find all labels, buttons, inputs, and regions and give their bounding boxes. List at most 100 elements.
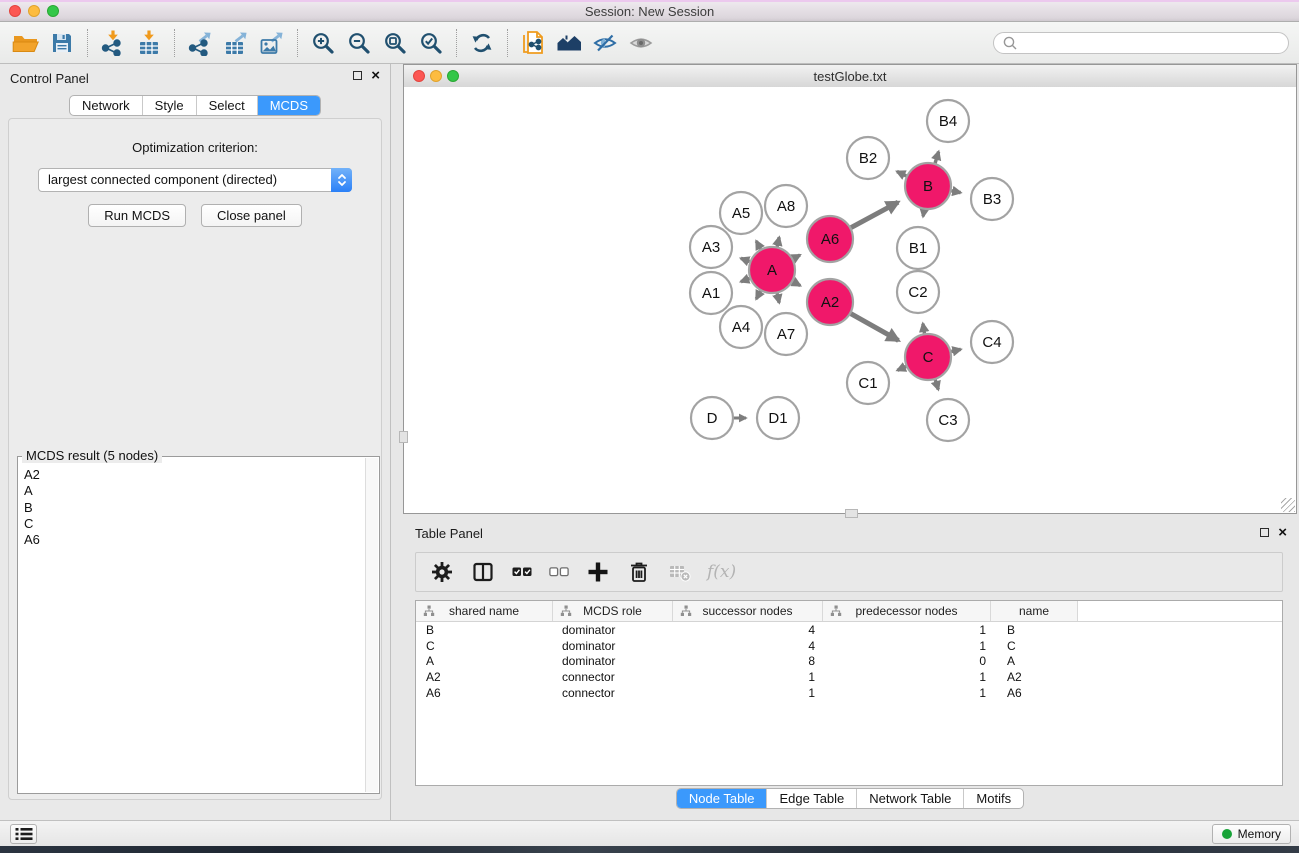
tab-network-table[interactable]: Network Table	[856, 789, 963, 808]
zoom-fit-button[interactable]	[377, 26, 413, 60]
import-network-button[interactable]	[95, 26, 131, 60]
node-B4[interactable]: B4	[927, 100, 969, 142]
mcds-result-item[interactable]: A	[24, 483, 365, 499]
criterion-dropdown[interactable]: largest connected component (directed)	[38, 168, 352, 192]
tab-mcds[interactable]: MCDS	[257, 96, 320, 115]
mcds-result-item[interactable]: C	[24, 516, 365, 532]
export-image-button[interactable]	[254, 26, 290, 60]
node-A3[interactable]: A3	[690, 226, 732, 268]
tab-motifs[interactable]: Motifs	[963, 789, 1023, 808]
column-header-predecessor-nodes[interactable]: predecessor nodes	[823, 601, 991, 621]
node-B1[interactable]: B1	[897, 227, 939, 269]
mcds-result-item[interactable]: A6	[24, 532, 365, 548]
table-row[interactable]: Adominator80A	[416, 653, 1282, 669]
import-table-button[interactable]	[131, 26, 167, 60]
node-A1[interactable]: A1	[690, 272, 732, 314]
edge-A-A6[interactable]	[793, 255, 800, 259]
node-A5[interactable]: A5	[720, 192, 762, 234]
float-panel-icon[interactable]	[353, 71, 362, 80]
run-mcds-button[interactable]: Run MCDS	[88, 204, 186, 227]
hide-graphics-details-button[interactable]	[587, 26, 623, 60]
zoom-out-button[interactable]	[341, 26, 377, 60]
node-A[interactable]: A	[749, 247, 795, 293]
node-D[interactable]: D	[691, 397, 733, 439]
table-row[interactable]: A2connector11A2	[416, 669, 1282, 685]
task-history-button[interactable]	[10, 824, 37, 844]
edge-A-A1[interactable]	[741, 279, 750, 282]
delete-row-button[interactable]	[627, 560, 651, 584]
column-header-successor-nodes[interactable]: successor nodes	[673, 601, 823, 621]
edge-A-A7[interactable]	[777, 293, 779, 302]
node-C[interactable]: C	[905, 334, 951, 380]
node-D1[interactable]: D1	[757, 397, 799, 439]
node-B2[interactable]: B2	[847, 137, 889, 179]
delete-table-button[interactable]	[668, 561, 692, 583]
open-file-button[interactable]	[8, 26, 44, 60]
tab-network[interactable]: Network	[70, 96, 142, 115]
float-table-panel-icon[interactable]	[1260, 528, 1269, 537]
node-A2[interactable]: A2	[807, 279, 853, 325]
left-divider-grip[interactable]	[399, 431, 408, 443]
birds-eye-view-button[interactable]	[623, 26, 659, 60]
edge-C-C3[interactable]	[935, 380, 938, 390]
node-C2[interactable]: C2	[897, 271, 939, 313]
column-header-name[interactable]: name	[991, 601, 1078, 621]
node-C3[interactable]: C3	[927, 399, 969, 441]
refresh-button[interactable]	[464, 26, 500, 60]
edge-B-B4[interactable]	[935, 152, 939, 164]
export-network-button[interactable]	[182, 26, 218, 60]
edge-B-B1[interactable]	[923, 210, 924, 217]
tab-style[interactable]: Style	[142, 96, 196, 115]
memory-button[interactable]: Memory	[1212, 824, 1291, 844]
edge-C-C2[interactable]	[923, 324, 925, 334]
mcds-result-item[interactable]: B	[24, 500, 365, 516]
node-A4[interactable]: A4	[720, 306, 762, 348]
column-header-MCDS-role[interactable]: MCDS role	[553, 601, 673, 621]
node-B3[interactable]: B3	[971, 178, 1013, 220]
zoom-in-button[interactable]	[305, 26, 341, 60]
edge-C-C4[interactable]	[951, 349, 960, 351]
tab-edge-table[interactable]: Edge Table	[766, 789, 856, 808]
tab-node-table[interactable]: Node Table	[677, 789, 767, 808]
edge-C-C1[interactable]	[897, 367, 906, 371]
table-row[interactable]: Cdominator41C	[416, 638, 1282, 654]
node-B[interactable]: B	[905, 163, 951, 209]
search-input[interactable]	[1018, 35, 1280, 51]
result-list-scrollbar[interactable]	[365, 458, 378, 792]
duplicate-network-button[interactable]	[515, 26, 551, 60]
edge-A6-B[interactable]	[851, 202, 898, 227]
function-builder-button[interactable]: f(x)	[709, 562, 736, 582]
column-header-shared-name[interactable]: shared name	[416, 601, 553, 621]
table-settings-button[interactable]	[430, 560, 454, 584]
home-button[interactable]	[551, 26, 587, 60]
select-all-button[interactable]	[512, 566, 532, 578]
close-panel-button[interactable]: Close panel	[201, 204, 302, 227]
export-table-button[interactable]	[218, 26, 254, 60]
edge-B-B3[interactable]	[952, 191, 961, 193]
show-columns-button[interactable]	[471, 560, 495, 584]
edge-A-A2[interactable]	[793, 282, 800, 286]
edge-B-B2[interactable]	[897, 172, 906, 176]
close-panel-icon[interactable]: ×	[371, 71, 380, 80]
edge-A-A3[interactable]	[741, 258, 750, 261]
zoom-selected-button[interactable]	[413, 26, 449, 60]
table-row[interactable]: A6connector11A6	[416, 685, 1282, 701]
network-canvas[interactable]: B4 B2 B B3 A8A5 A6 A3 B1 A A1 C2 A2 A4A7 C4 C C1 C3 D D1	[404, 87, 1296, 513]
node-C4[interactable]: C4	[971, 321, 1013, 363]
edge-A-A4[interactable]	[756, 291, 760, 299]
resize-grip-icon[interactable]	[1281, 498, 1295, 512]
node-A6[interactable]: A6	[807, 216, 853, 262]
edge-A-A8[interactable]	[777, 237, 779, 246]
node-table[interactable]: shared nameMCDS rolesuccessor nodesprede…	[415, 600, 1283, 786]
node-A7[interactable]: A7	[765, 313, 807, 355]
mcds-result-item[interactable]: A2	[24, 467, 365, 483]
node-C1[interactable]: C1	[847, 362, 889, 404]
node-A8[interactable]: A8	[765, 185, 807, 227]
deselect-all-button[interactable]	[549, 566, 569, 578]
edge-A-A5[interactable]	[756, 241, 760, 249]
bottom-divider-grip[interactable]	[845, 509, 858, 518]
table-row[interactable]: Bdominator41B	[416, 622, 1282, 638]
add-row-button[interactable]	[586, 560, 610, 584]
search-box[interactable]	[993, 32, 1289, 54]
edge-A2-C[interactable]	[851, 314, 899, 341]
